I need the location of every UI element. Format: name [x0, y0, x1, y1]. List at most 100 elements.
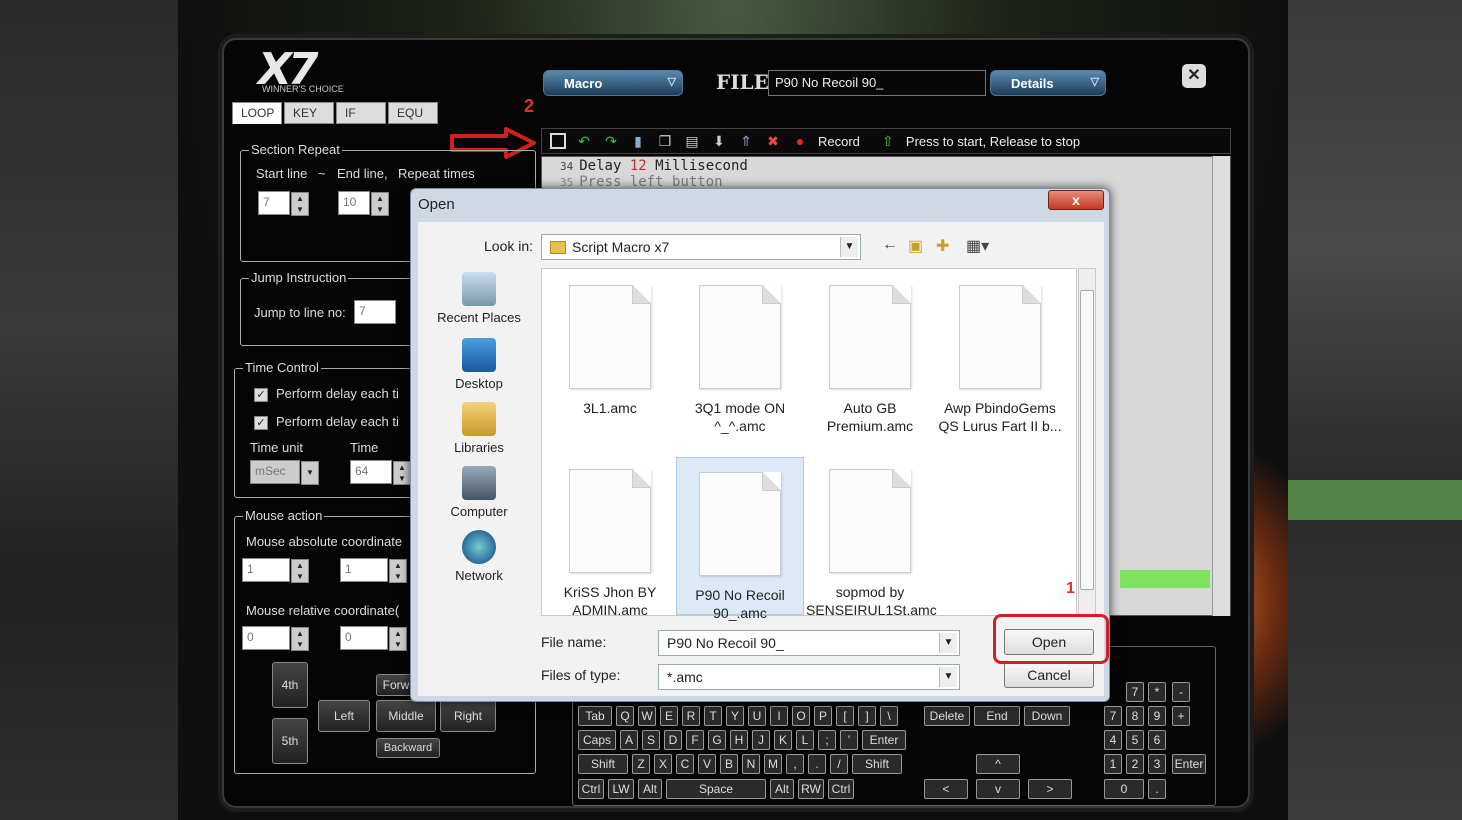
key-row2-4[interactable]: F: [686, 730, 704, 750]
key-0[interactable]: Tab: [578, 706, 612, 726]
up-folder-icon[interactable]: ▣: [908, 236, 923, 256]
key-4[interactable]: R: [682, 706, 700, 726]
key-row2-0[interactable]: Caps: [578, 730, 616, 750]
key-row3-4[interactable]: V: [698, 754, 716, 774]
key-num-extra[interactable]: 7: [1126, 682, 1144, 702]
key-num8[interactable]: 8: [1126, 706, 1144, 726]
end-line-stepper[interactable]: 10 ▲ ▼: [338, 191, 389, 216]
key-numenter[interactable]: Enter: [1172, 754, 1206, 774]
key-row2-1[interactable]: A: [620, 730, 638, 750]
new-folder-icon[interactable]: ✚: [936, 236, 949, 256]
bottle-icon[interactable]: ▮: [629, 132, 647, 150]
key-12[interactable]: ]: [858, 706, 876, 726]
save-icon[interactable]: [550, 133, 566, 149]
file-item[interactable]: 3L1.amc: [546, 271, 674, 417]
file-name-display[interactable]: P90 No Recoil 90_: [768, 70, 986, 96]
time-unit-select[interactable]: mSec ▼: [250, 460, 319, 485]
undo-icon[interactable]: ↶: [575, 132, 593, 150]
delay-checkbox-1[interactable]: ✓: [254, 388, 268, 402]
mouse-4th-button[interactable]: 4th: [272, 662, 308, 708]
key-5[interactable]: T: [704, 706, 722, 726]
key-num2[interactable]: 2: [1126, 754, 1144, 774]
mouse-right-button[interactable]: Right: [440, 700, 496, 732]
key-arrow-right[interactable]: >: [1028, 779, 1072, 799]
key-13[interactable]: \: [880, 706, 898, 726]
key-row4-3[interactable]: Space: [666, 779, 766, 799]
file-name-input[interactable]: P90 No Recoil 90_ ▼: [658, 630, 960, 656]
key-nummul[interactable]: *: [1148, 682, 1166, 702]
key-10[interactable]: P: [814, 706, 832, 726]
key-1[interactable]: Q: [616, 706, 634, 726]
key-nav-0[interactable]: Delete: [924, 706, 970, 726]
key-row2-10[interactable]: ;: [818, 730, 836, 750]
mouse-left-button[interactable]: Left: [318, 700, 370, 732]
view-menu-icon[interactable]: ▦▾: [966, 236, 989, 256]
key-2[interactable]: W: [638, 706, 656, 726]
script-line[interactable]: 34 Delay 12 Millisecond: [560, 158, 748, 174]
place-computer[interactable]: Computer: [424, 466, 534, 519]
key-nav-1[interactable]: End: [974, 706, 1020, 726]
file-item[interactable]: Awp PbindoGems QS Lurus Fart II b...: [936, 271, 1064, 435]
details-dropdown[interactable]: Details ▽: [990, 70, 1106, 96]
record-icon[interactable]: ●: [791, 132, 809, 150]
key-num5[interactable]: 5: [1126, 730, 1144, 750]
file-item[interactable]: Auto GB Premium.amc: [806, 271, 934, 435]
key-numminus[interactable]: -: [1172, 682, 1190, 702]
tab-equ[interactable]: EQU: [388, 102, 438, 124]
file-item[interactable]: 3Q1 mode ON ^_^.amc: [676, 271, 804, 435]
mouse-backward-button[interactable]: Backward: [376, 738, 440, 758]
rel-y-stepper[interactable]: 0 ▲ ▼: [340, 626, 407, 651]
key-8[interactable]: I: [770, 706, 788, 726]
move-up-icon[interactable]: ⇑: [737, 132, 755, 150]
file-item[interactable]: KriSS Jhon BY ADMIN.amc: [546, 455, 674, 619]
key-row2-6[interactable]: H: [730, 730, 748, 750]
key-row2-12[interactable]: Enter: [862, 730, 906, 750]
mouse-5th-button[interactable]: 5th: [272, 718, 308, 764]
key-num6[interactable]: 6: [1148, 730, 1166, 750]
key-9[interactable]: O: [792, 706, 810, 726]
key-row3-0[interactable]: Shift: [578, 754, 628, 774]
key-7[interactable]: U: [748, 706, 766, 726]
key-row3-5[interactable]: B: [720, 754, 738, 774]
key-arrow-down[interactable]: v: [976, 779, 1020, 799]
key-row4-2[interactable]: Alt: [638, 779, 662, 799]
macro-mode-dropdown[interactable]: Macro ▽: [543, 70, 683, 96]
key-row4-1[interactable]: LW: [608, 779, 634, 799]
key-num9[interactable]: 9: [1148, 706, 1166, 726]
rel-x-stepper[interactable]: 0 ▲ ▼: [242, 626, 309, 651]
start-line-stepper[interactable]: 7 ▲ ▼: [258, 191, 309, 216]
place-network[interactable]: Network: [424, 530, 534, 583]
key-11[interactable]: [: [836, 706, 854, 726]
place-desktop[interactable]: Desktop: [424, 338, 534, 391]
key-nav-2[interactable]: Down: [1024, 706, 1070, 726]
key-row3-9[interactable]: .: [808, 754, 826, 774]
key-row2-9[interactable]: L: [796, 730, 814, 750]
key-row3-11[interactable]: Shift: [852, 754, 902, 774]
key-row2-11[interactable]: ': [840, 730, 858, 750]
window-close-button[interactable]: ✕: [1182, 64, 1206, 88]
record-label[interactable]: Record: [818, 134, 860, 149]
dialog-close-button[interactable]: x: [1048, 190, 1104, 210]
key-row4-6[interactable]: Ctrl: [828, 779, 854, 799]
key-row2-3[interactable]: D: [664, 730, 682, 750]
key-numplus[interactable]: +: [1172, 706, 1190, 726]
place-libraries[interactable]: Libraries: [424, 402, 534, 455]
key-row2-2[interactable]: S: [642, 730, 660, 750]
file-item-selected[interactable]: P90 No Recoil 90_.amc: [676, 457, 804, 621]
editor-scrollbar[interactable]: [1212, 156, 1230, 616]
paste-icon[interactable]: ▤: [683, 132, 701, 150]
key-num4[interactable]: 4: [1104, 730, 1122, 750]
key-row4-4[interactable]: Alt: [770, 779, 794, 799]
key-row3-7[interactable]: M: [764, 754, 782, 774]
key-num0[interactable]: 0: [1104, 779, 1144, 799]
abs-x-stepper[interactable]: 1 ▲ ▼: [242, 558, 309, 583]
key-row3-1[interactable]: Z: [632, 754, 650, 774]
mouse-middle-button[interactable]: Middle: [376, 700, 436, 732]
time-stepper[interactable]: 64 ▲ ▼: [350, 460, 411, 485]
tab-key[interactable]: KEY: [284, 102, 334, 124]
file-item[interactable]: sopmod by SENSEIRUL1St.amc: [806, 455, 937, 619]
key-6[interactable]: Y: [726, 706, 744, 726]
scrollbar-thumb[interactable]: [1080, 290, 1094, 590]
jump-to-input[interactable]: 7: [354, 300, 396, 324]
tab-loop[interactable]: LOOP: [232, 102, 282, 124]
